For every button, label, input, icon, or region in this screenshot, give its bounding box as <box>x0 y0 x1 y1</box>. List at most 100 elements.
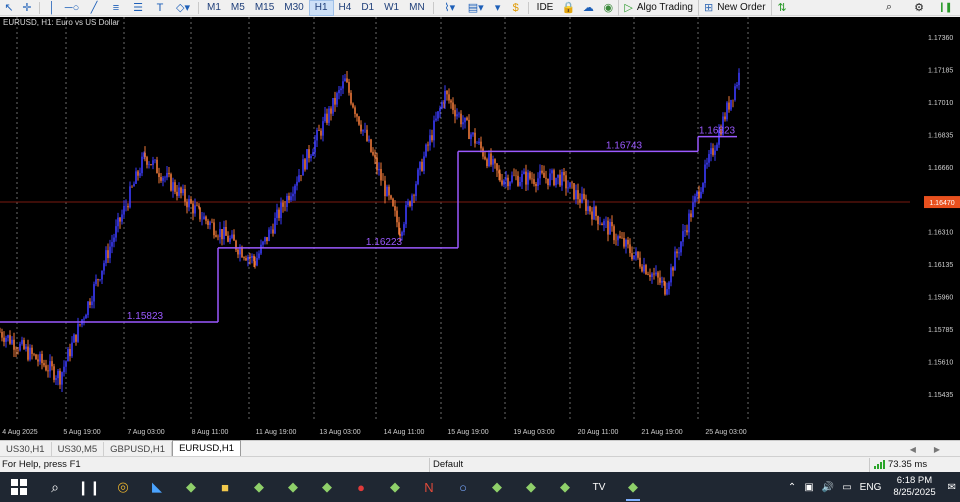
toolbar-separator <box>432 1 434 14</box>
language-indicator[interactable]: ENG <box>856 482 886 493</box>
status-bar: For Help, press F1 Default 73.35 ms <box>0 456 960 472</box>
chart-templates-icon[interactable]: ▤▾ <box>463 0 489 16</box>
channel-icon[interactable]: ≡ <box>105 0 127 16</box>
metatrader-icon[interactable]: ◆ <box>616 472 650 502</box>
price-axis-label: 1.17010 <box>928 100 953 107</box>
metatrader-icon[interactable]: ◆ <box>310 472 344 502</box>
price-axis-label: 1.16135 <box>928 262 953 269</box>
timeframe-h1[interactable]: H1 <box>308 0 334 16</box>
tab-us30-m5[interactable]: US30,M5 <box>52 442 105 456</box>
tab-us30-h1[interactable]: US30,H1 <box>0 442 52 456</box>
metatrader-icon[interactable]: ◆ <box>378 472 412 502</box>
ide-button[interactable]: IDE <box>532 0 559 16</box>
shapes-icon[interactable]: ◇▾ <box>171 0 195 16</box>
trendline-icon[interactable]: ╱ <box>83 0 105 16</box>
battery-icon[interactable]: ▭ <box>838 482 855 493</box>
price-axis-label: 1.15960 <box>928 295 953 302</box>
price-axis-label: 1.16660 <box>928 165 953 172</box>
text-tool-icon[interactable]: T <box>149 0 171 16</box>
crosshair-icon[interactable]: ✛ <box>18 0 36 16</box>
windows-start-icon[interactable] <box>0 472 38 502</box>
metatrader-icon[interactable]: ◆ <box>242 472 276 502</box>
folder-icon[interactable]: ■ <box>208 472 242 502</box>
time-axis-label: 21 Aug 19:00 <box>641 429 682 436</box>
level-label: 1.15823 <box>127 311 164 322</box>
time-axis-label: 8 Aug 11:00 <box>192 429 229 436</box>
chart-canvas: 4 Aug 2025 5 Aug 19:00 7 Aug 03:00 8 Aug 11… <box>0 17 960 436</box>
price-chart[interactable]: 4 Aug 2025 5 Aug 19:00 7 Aug 03:00 8 Aug 11… <box>0 17 960 440</box>
notifications-icon[interactable]: ✉ <box>944 482 960 493</box>
time-axis-label: 15 Aug 19:00 <box>447 429 488 436</box>
price-axis-label: 1.16310 <box>928 230 953 237</box>
cursor-icon[interactable]: ↖ <box>0 0 18 16</box>
timeframe-m30[interactable]: M30 <box>279 0 308 16</box>
metatrader-icon[interactable]: ◆ <box>276 472 310 502</box>
metatrader-icon[interactable]: ◆ <box>174 472 208 502</box>
tray-chevron-icon[interactable]: ⌃ <box>784 482 800 493</box>
cloud-icon[interactable]: ☁ <box>578 0 598 16</box>
profile-name[interactable]: Default <box>430 457 870 472</box>
new-order-icon: ⊞ <box>703 2 714 14</box>
tab-scroll-left-icon[interactable]: ◀ <box>910 445 916 454</box>
depth-of-market-icon[interactable]: ⇅ <box>770 0 793 16</box>
signal-bars-icon <box>874 460 885 469</box>
tab-scroll-right-icon[interactable]: ▶ <box>934 445 940 454</box>
system-tray: ⌃ ▣ 🔊 ▭ ENG 6:18 PM 8/25/2025 ✉ <box>784 472 960 502</box>
clock-time: 6:18 PM <box>896 475 933 486</box>
tab-eurusd-h1[interactable]: EURUSD,H1 <box>172 440 241 456</box>
task-view-icon[interactable]: ❙❙ <box>72 472 106 502</box>
timeframe-h4[interactable]: H4 <box>334 0 357 16</box>
chrome-icon[interactable]: ◎ <box>106 472 140 502</box>
metatrader-icon[interactable]: ◆ <box>514 472 548 502</box>
timeframe-m5[interactable]: M5 <box>226 0 250 16</box>
algo-trading-label: Algo Trading <box>636 2 693 13</box>
time-axis-label: 4 Aug 2025 <box>2 429 38 436</box>
price-axis-label: 1.15785 <box>928 327 953 334</box>
chart-title: EURUSD, H1: Euro vs US Dollar <box>3 18 120 27</box>
ide-label: IDE <box>536 2 554 13</box>
vertical-line-icon[interactable]: │ <box>43 0 61 16</box>
chart-type-icon[interactable]: ⌇▾ <box>437 0 463 16</box>
timeframe-m1[interactable]: M1 <box>202 0 226 16</box>
timeframe-m15[interactable]: M15 <box>250 0 279 16</box>
toolbar-separator <box>198 1 199 14</box>
algo-trading-button[interactable]: ▷ Algo Trading <box>618 0 698 16</box>
connection-status[interactable]: 73.35 ms <box>870 459 927 470</box>
ninjatrader-icon[interactable]: N <box>412 472 446 502</box>
browser-icon[interactable]: ○ <box>446 472 480 502</box>
chart-tabs: US30,H1 US30,M5 GBPUSD,H1 EURUSD,H1 ◀ ▶ <box>0 440 960 456</box>
time-axis-label: 5 Aug 19:00 <box>63 429 100 436</box>
price-axis-label: 1.16835 <box>928 132 953 139</box>
toolbar: ↖ ✛ │ ─○ ╱ ≡ ☰ T ◇▾ M1 M5 M15 M30 H1 H4 … <box>0 0 960 16</box>
metatrader-icon[interactable]: ◆ <box>548 472 582 502</box>
dropdown-icon[interactable]: ▾ <box>489 0 507 16</box>
new-order-button[interactable]: ⊞ New Order <box>697 0 771 16</box>
toolbar-separator <box>39 1 40 14</box>
taskbar-apps: ◎ ◣ ◆ ■ ◆ ◆ ◆ ● ◆ N ○ ◆ ◆ ◆ TV ◆ <box>106 472 650 502</box>
search-icon[interactable]: ⌕ <box>38 472 72 502</box>
settings-icon[interactable]: ⚙ <box>904 0 934 16</box>
volume-icon[interactable]: 🔊 <box>818 482 838 493</box>
network-icon[interactable]: ▣ <box>800 482 817 493</box>
tab-gbpusd-h1[interactable]: GBPUSD,H1 <box>104 442 173 456</box>
vps-icon[interactable]: ◉ <box>598 0 618 16</box>
time-axis-label: 19 Aug 03:00 <box>513 429 554 436</box>
tradingview-icon[interactable]: TV <box>582 472 616 502</box>
current-price-label: 1.16470 <box>929 200 954 207</box>
ping-value: 73.35 ms <box>888 459 928 470</box>
metatrader-icon[interactable]: ◆ <box>480 472 514 502</box>
fibonacci-icon[interactable]: ☰ <box>127 0 149 16</box>
price-axis-label: 1.17360 <box>928 35 953 42</box>
timeframe-mn[interactable]: MN <box>404 0 430 16</box>
red-app-icon[interactable]: ● <box>344 472 378 502</box>
horizontal-line-icon[interactable]: ─○ <box>61 0 83 16</box>
timeframe-d1[interactable]: D1 <box>356 0 379 16</box>
app-icon[interactable]: ◣ <box>140 472 174 502</box>
timeframe-w1[interactable]: W1 <box>379 0 404 16</box>
search-icon[interactable]: ⌕ <box>874 0 904 16</box>
dollar-icon[interactable]: $ <box>507 0 525 16</box>
clock-date: 8/25/2025 <box>893 487 936 498</box>
signal-icon[interactable]: ▎▌ <box>934 0 960 16</box>
clock[interactable]: 6:18 PM 8/25/2025 <box>885 475 943 499</box>
lock-icon[interactable]: 🔒 <box>558 0 578 16</box>
